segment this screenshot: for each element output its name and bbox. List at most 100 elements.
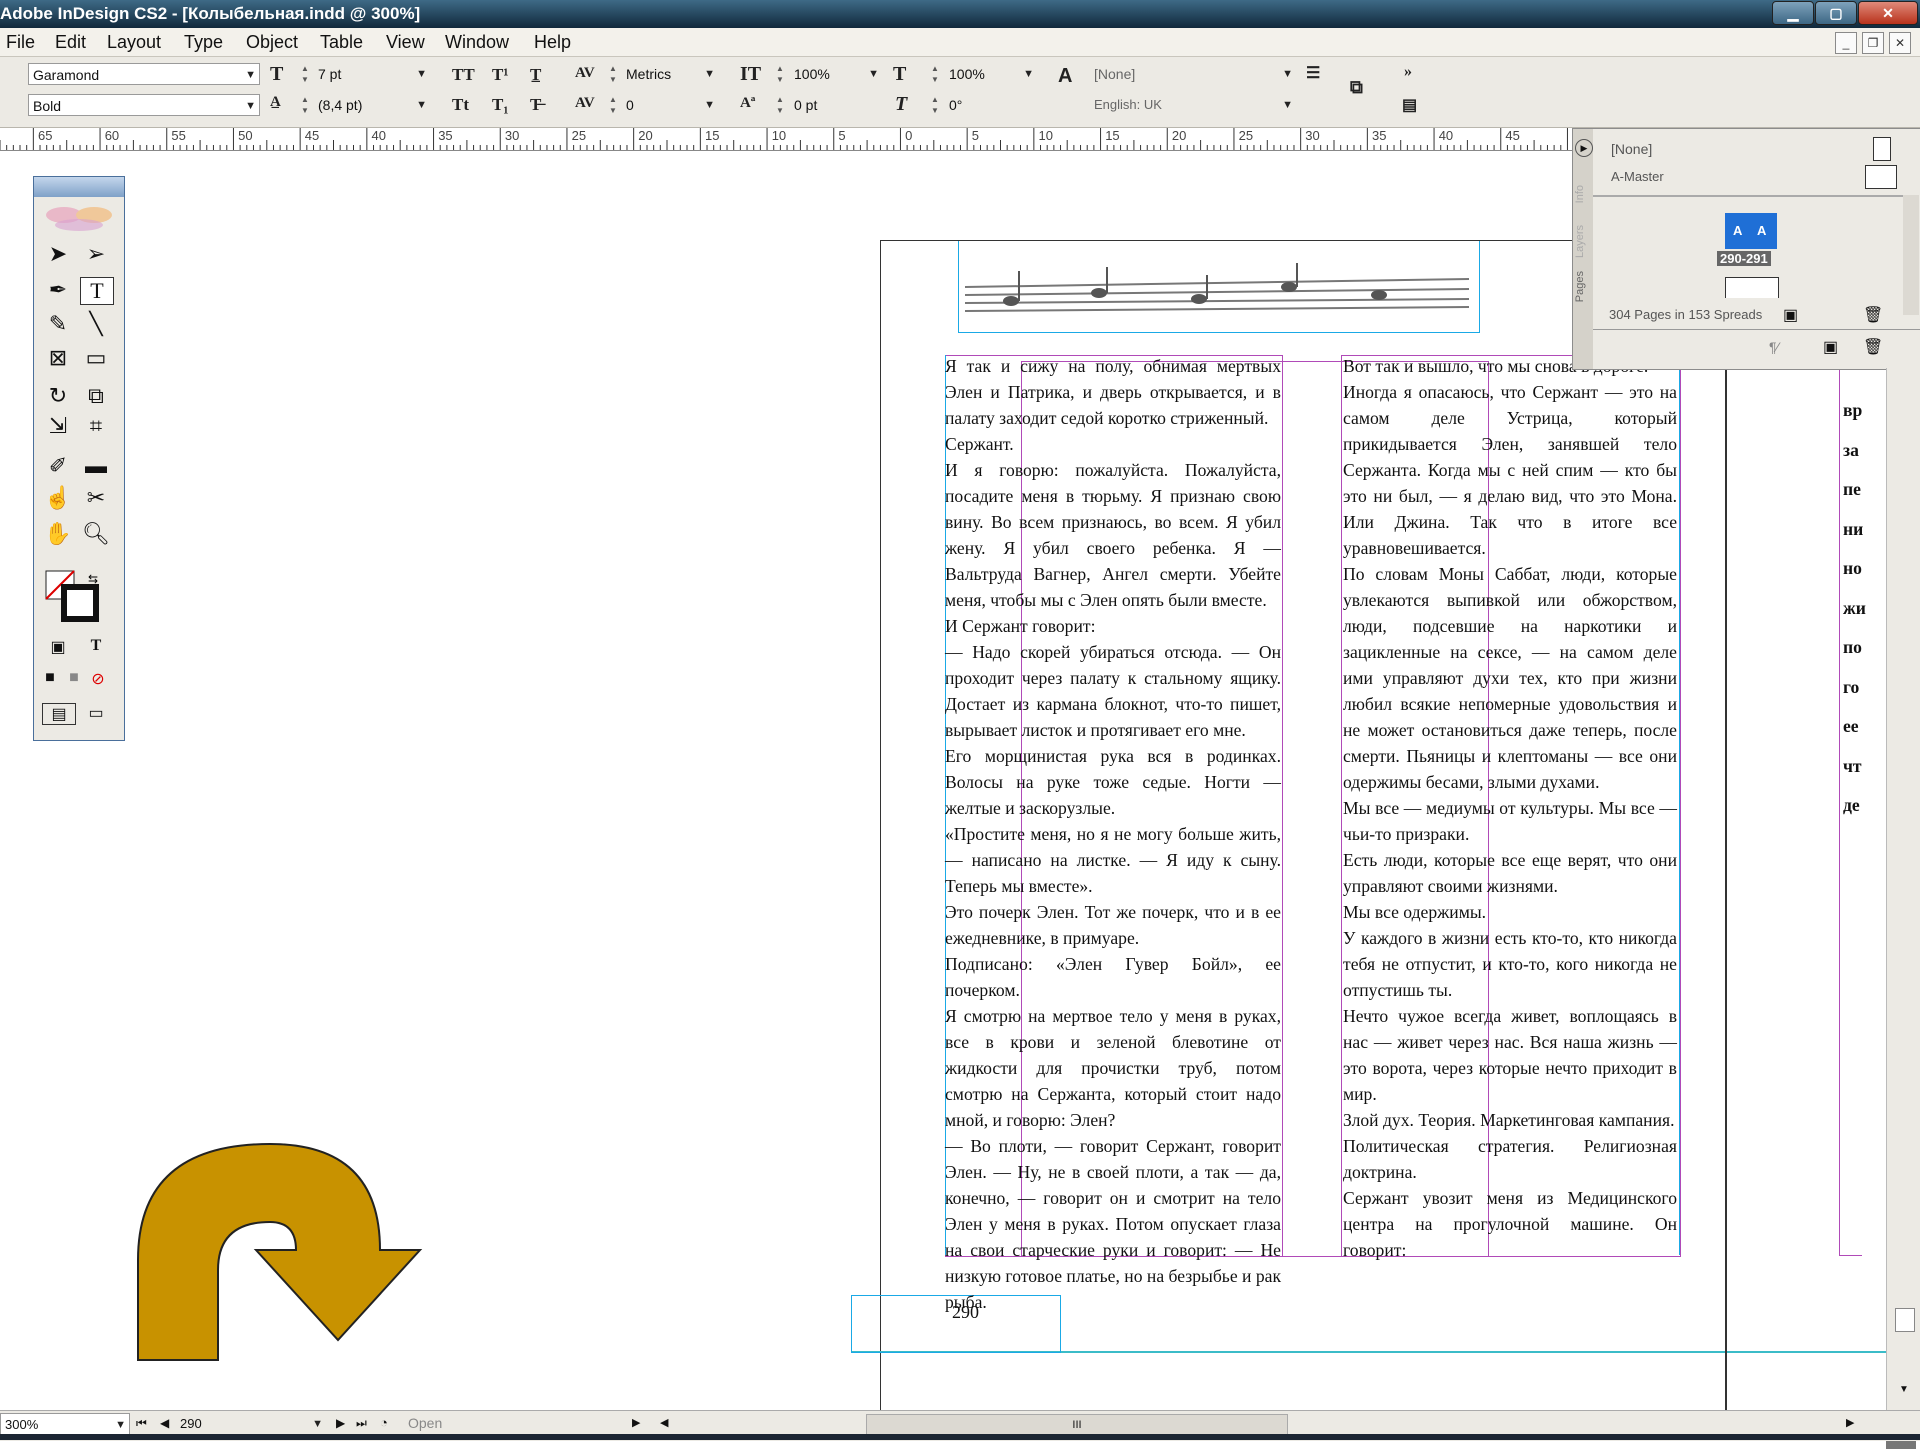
panel-menu-icon[interactable]: ▤ xyxy=(1402,95,1417,115)
quick-apply-icon[interactable]: ⧉ xyxy=(1350,77,1363,98)
spread-290-291-thumb[interactable]: A A xyxy=(1725,213,1777,249)
music-notes-image[interactable] xyxy=(958,241,1480,333)
prev-page-icon[interactable]: ◀ xyxy=(160,1416,169,1430)
menu-type[interactable]: Type xyxy=(184,32,223,53)
horizontal-scale-field[interactable]: 100% ▼ xyxy=(945,63,1037,85)
status-menu-icon[interactable]: ▶ xyxy=(632,1416,640,1429)
shear-tool-icon[interactable]: ⇲ xyxy=(42,413,74,439)
language-select[interactable]: English: UK ▼ xyxy=(1090,94,1296,116)
button-tool-icon[interactable]: ☝ xyxy=(42,485,74,511)
spread-thumb-icon[interactable] xyxy=(1865,165,1897,189)
horizontal-scroll-thumb[interactable]: III xyxy=(866,1414,1288,1436)
scissors-tool-icon[interactable]: ✂ xyxy=(80,485,112,511)
stepper-icon[interactable]: ▲ ▼ xyxy=(775,94,785,116)
doc-minimize-icon[interactable]: _ xyxy=(1835,32,1857,54)
vertical-scrollbar[interactable]: ▼ xyxy=(1886,368,1920,1410)
trash-icon[interactable]: 🗑︎ xyxy=(1863,337,1883,357)
menu-window[interactable]: Window xyxy=(445,32,509,53)
formatting-container-icon[interactable]: ▣ xyxy=(42,637,74,657)
skew-field[interactable]: 0° xyxy=(945,94,1037,116)
menu-table[interactable]: Table xyxy=(320,32,363,53)
font-style-select[interactable]: Bold ▼ xyxy=(28,94,260,116)
underline-icon[interactable]: T̲ xyxy=(530,65,541,85)
doc-restore-icon[interactable]: ❐ xyxy=(1862,32,1884,54)
master-none-item[interactable]: [None] xyxy=(1611,141,1652,157)
tab-pages[interactable]: Pages xyxy=(1574,271,1586,302)
zoom-tool-icon[interactable]: 🔍︎ xyxy=(80,521,112,547)
doc-close-icon[interactable]: ✕ xyxy=(1889,32,1911,54)
menu-object[interactable]: Object xyxy=(246,32,298,53)
menu-edit[interactable]: Edit xyxy=(55,32,86,53)
stepper-icon[interactable]: ▲ ▼ xyxy=(775,63,785,85)
menu-help[interactable]: Help xyxy=(534,32,571,53)
trash-icon[interactable]: 🗑︎ xyxy=(1863,305,1883,325)
formatting-text-icon[interactable]: T xyxy=(80,637,112,655)
leading-field[interactable]: (8,4 pt) ▼ xyxy=(314,94,430,116)
rectangle-tool-icon[interactable]: ▭ xyxy=(80,345,112,371)
stepper-icon[interactable]: ▲ ▼ xyxy=(300,94,310,116)
more-options-icon[interactable]: » xyxy=(1404,63,1412,81)
version-cue-icon[interactable]: ◔ xyxy=(380,1415,388,1430)
normal-view-icon[interactable]: ▤ xyxy=(42,703,76,725)
all-caps-icon[interactable]: TT xyxy=(452,65,475,85)
tracking-field[interactable]: 0 ▼ xyxy=(622,94,718,116)
scroll-left-icon[interactable]: ◀ xyxy=(660,1416,668,1429)
strikethrough-icon[interactable]: T̶ xyxy=(530,95,541,115)
fill-stroke-swatch[interactable]: ⇆ xyxy=(44,569,104,625)
free-transform-tool-icon[interactable]: ⌗ xyxy=(80,413,112,439)
new-page-icon[interactable]: ▣ xyxy=(1783,305,1798,325)
direct-selection-tool-icon[interactable]: ➢ xyxy=(80,241,112,267)
menu-view[interactable]: View xyxy=(386,32,425,53)
minimize-button[interactable]: ▁ xyxy=(1772,1,1814,25)
page-field[interactable]: 290 ▼ xyxy=(176,1413,326,1435)
first-page-icon[interactable]: ⏮ xyxy=(136,1416,147,1431)
preview-view-icon[interactable]: ▭ xyxy=(80,703,112,723)
tab-layers[interactable]: Layers xyxy=(1574,225,1586,258)
maximize-button[interactable]: ▢ xyxy=(1815,1,1857,25)
font-family-select[interactable]: Garamond ▼ xyxy=(28,63,260,85)
tab-info[interactable]: Info xyxy=(1574,185,1586,203)
stepper-icon[interactable]: ▲ ▼ xyxy=(930,63,940,85)
stepper-icon[interactable]: ▲ ▼ xyxy=(608,94,618,116)
tools-panel-header[interactable] xyxy=(34,177,124,197)
rectangle-frame-tool-icon[interactable]: ⊠ xyxy=(42,345,74,371)
character-style-select[interactable]: [None] ▼ xyxy=(1090,63,1296,85)
stepper-icon[interactable]: ▲ ▼ xyxy=(608,63,618,85)
subscript-icon[interactable]: T₁ xyxy=(492,95,508,115)
scale-tool-icon[interactable]: ⧉ xyxy=(80,383,112,409)
gradient-tool-icon[interactable]: ▬ xyxy=(80,453,112,479)
hand-tool-icon[interactable]: ✋ xyxy=(42,521,74,547)
zoom-field[interactable]: 300% ▼ xyxy=(0,1413,130,1435)
kerning-field[interactable]: Metrics ▼ xyxy=(622,63,718,85)
next-spread-thumb[interactable] xyxy=(1725,277,1779,298)
stepper-icon[interactable]: ▲ ▼ xyxy=(930,94,940,116)
scroll-thumb[interactable] xyxy=(1895,1308,1915,1332)
font-size-field[interactable]: 7 pt ▼ xyxy=(314,63,430,85)
panel-menu-icon[interactable]: ▶ xyxy=(1575,139,1593,157)
eyedropper-tool-icon[interactable]: ✐ xyxy=(42,453,74,479)
next-page-icon[interactable]: ▶ xyxy=(336,1416,345,1430)
type-tool-icon[interactable]: T xyxy=(80,277,114,305)
pilcrow-icon[interactable]: ¶⁄ xyxy=(1769,339,1779,355)
menu-layout[interactable]: Layout xyxy=(107,32,161,53)
pages-scrollbar[interactable] xyxy=(1903,195,1919,315)
pencil-tool-icon[interactable]: ✎ xyxy=(42,311,74,337)
small-caps-icon[interactable]: Tt xyxy=(452,95,469,115)
scroll-down-icon[interactable]: ▼ xyxy=(1899,1384,1909,1395)
superscript-icon[interactable]: T¹ xyxy=(492,65,508,85)
baseline-shift-field[interactable]: 0 pt xyxy=(790,94,882,116)
apply-none-icon[interactable]: ⊘ xyxy=(82,669,114,689)
scroll-right-icon[interactable]: ▶ xyxy=(1846,1416,1854,1429)
menu-file[interactable]: File xyxy=(6,32,35,53)
line-tool-icon[interactable]: ╲ xyxy=(80,311,112,337)
stepper-icon[interactable]: ▲ ▼ xyxy=(300,63,310,85)
vertical-scale-field[interactable]: 100% ▼ xyxy=(790,63,882,85)
rotate-tool-icon[interactable]: ↻ xyxy=(42,383,74,409)
pen-tool-icon[interactable]: ✒ xyxy=(42,277,74,303)
last-page-icon[interactable]: ⏭ xyxy=(356,1416,367,1431)
selection-tool-icon[interactable]: ➤ xyxy=(42,241,74,267)
new-item-icon[interactable]: ▣ xyxy=(1823,337,1838,357)
master-a-item[interactable]: A-Master xyxy=(1611,169,1664,184)
page-thumb-icon[interactable] xyxy=(1873,137,1891,161)
style-options-icon[interactable]: ☰ xyxy=(1306,63,1320,83)
